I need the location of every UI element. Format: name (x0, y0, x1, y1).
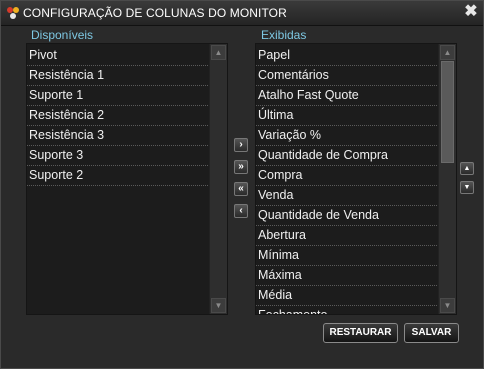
list-item[interactable]: Suporte 3 (27, 146, 208, 166)
list-item[interactable]: Compra (256, 166, 437, 186)
available-columns-list[interactable]: Pivot Resistência 1 Suporte 1 Resistência 2… (26, 43, 228, 315)
list-item[interactable]: Pivot (27, 46, 208, 66)
list-item[interactable]: Venda (256, 186, 437, 206)
list-item[interactable]: Suporte 1 (27, 86, 208, 106)
dialog-title: CONFIGURAÇÃO DE COLUNAS DO MONITOR (23, 6, 287, 20)
list-item[interactable]: Resistência 1 (27, 66, 208, 86)
list-item[interactable]: Quantidade de Venda (256, 206, 437, 226)
remove-selected-button[interactable]: ‹ (234, 204, 248, 218)
scroll-down-icon[interactable]: ▼ (211, 298, 226, 313)
add-all-button[interactable]: » (234, 160, 248, 174)
list-item[interactable]: Fechamento (256, 306, 437, 314)
list-item[interactable]: Comentários (256, 66, 437, 86)
available-scrollbar[interactable]: ▲ ▼ (209, 44, 227, 314)
move-down-button[interactable]: ▼ (460, 181, 474, 194)
list-item[interactable]: Máxima (256, 266, 437, 286)
column-config-dialog: CONFIGURAÇÃO DE COLUNAS DO MONITOR ✖ Dis… (0, 0, 484, 369)
list-item[interactable]: Abertura (256, 226, 437, 246)
list-item[interactable]: Média (256, 286, 437, 306)
list-item[interactable]: Resistência 2 (27, 106, 208, 126)
list-item[interactable]: Resistência 3 (27, 126, 208, 146)
shown-items: Papel Comentários Atalho Fast Quote Última V… (256, 46, 437, 314)
list-item[interactable]: Atalho Fast Quote (256, 86, 437, 106)
shown-columns-list[interactable]: Papel Comentários Atalho Fast Quote Última V… (255, 43, 457, 315)
save-button[interactable]: SALVAR (404, 323, 459, 343)
scroll-up-icon[interactable]: ▲ (211, 45, 226, 60)
shown-columns-label: Exibidas (261, 28, 307, 42)
scroll-thumb[interactable] (441, 61, 454, 163)
shown-scrollbar[interactable]: ▲ ▼ (438, 44, 456, 314)
title-bar[interactable]: CONFIGURAÇÃO DE COLUNAS DO MONITOR ✖ (1, 1, 483, 26)
list-item[interactable]: Suporte 2 (27, 166, 208, 186)
list-item[interactable]: Variação % (256, 126, 437, 146)
restore-button[interactable]: RESTAURAR (323, 323, 398, 343)
list-item[interactable]: Mínima (256, 246, 437, 266)
app-logo-icon (6, 6, 20, 20)
scroll-down-icon[interactable]: ▼ (440, 298, 455, 313)
scroll-up-icon[interactable]: ▲ (440, 45, 455, 60)
remove-all-button[interactable]: « (234, 182, 248, 196)
list-item[interactable]: Última (256, 106, 437, 126)
move-up-button[interactable]: ▲ (460, 162, 474, 175)
list-item[interactable]: Papel (256, 46, 437, 66)
available-items: Pivot Resistência 1 Suporte 1 Resistência 2… (27, 46, 208, 186)
list-item[interactable]: Quantidade de Compra (256, 146, 437, 166)
available-columns-label: Disponíveis (31, 28, 94, 42)
add-selected-button[interactable]: › (234, 138, 248, 152)
close-icon[interactable]: ✖ (463, 4, 479, 20)
